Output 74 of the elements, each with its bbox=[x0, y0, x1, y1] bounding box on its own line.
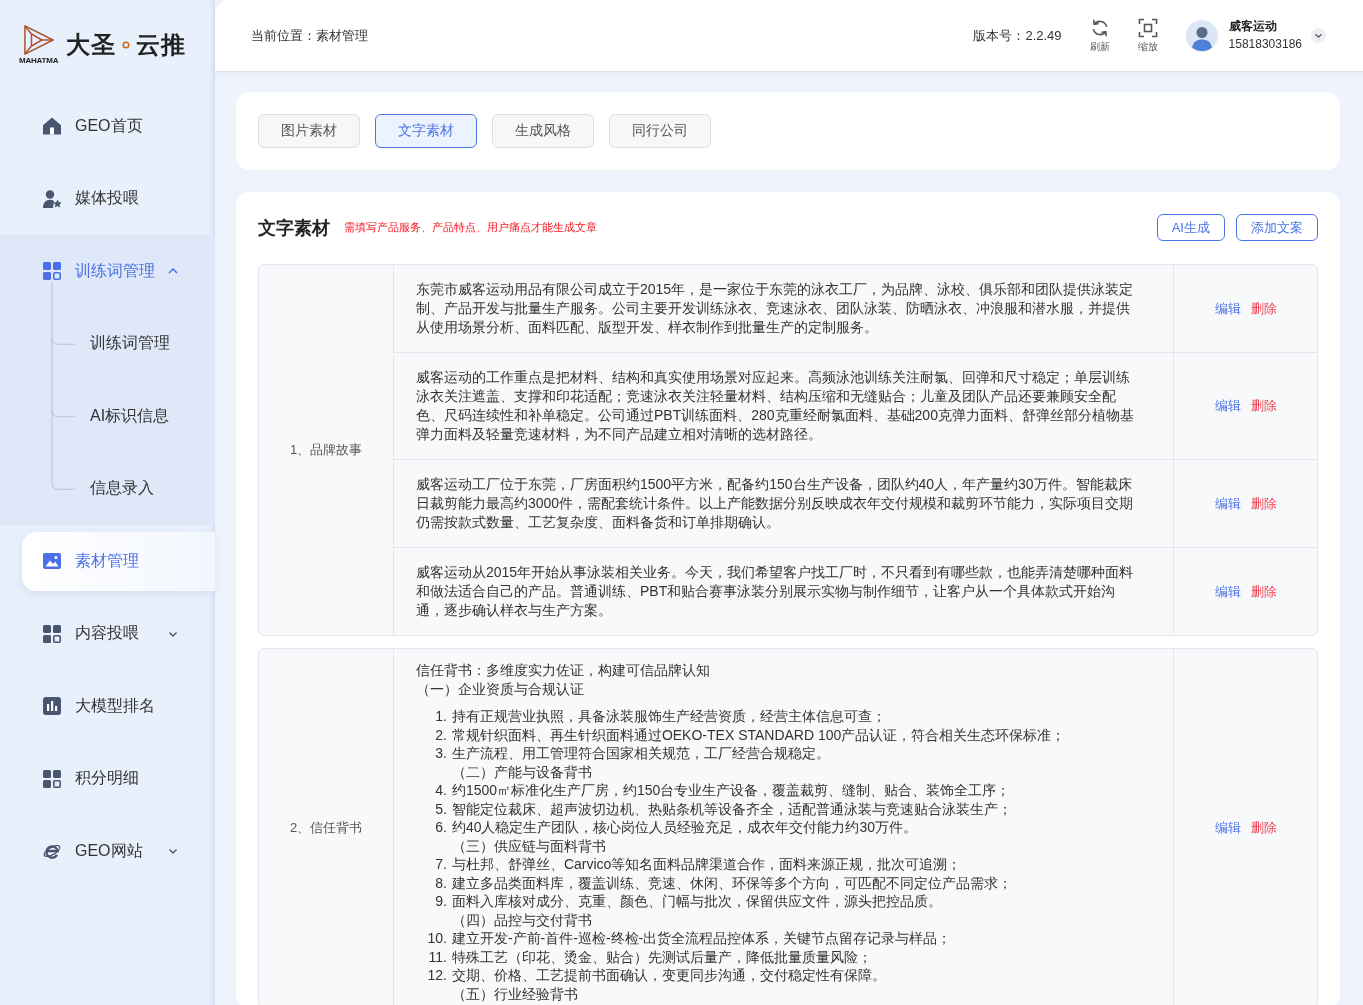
list-subheading: （五）行业经验背书 bbox=[451, 984, 579, 1003]
tab[interactable]: 图片素材 bbox=[258, 114, 360, 148]
refresh-button[interactable]: 刷新 bbox=[1079, 18, 1120, 53]
grid-icon bbox=[42, 261, 62, 282]
user-star-icon bbox=[42, 188, 62, 209]
logo-wordmark: MAHATMA bbox=[19, 55, 59, 66]
list-item: 10. 建立开发-产前-首件-巡检-终检-出货全流程品控体系，关键节点留存记录与样品； bbox=[426, 929, 953, 948]
picture-icon bbox=[42, 551, 62, 572]
user-name: 威客运动 bbox=[1228, 19, 1278, 34]
list-item: 11. 特殊工艺（印花、烫金、贴合）先测试后量产，降低批量质量风险； bbox=[427, 947, 873, 966]
submenu-item[interactable]: 训练词管理 bbox=[90, 307, 170, 380]
list-item: 12. 交期、价格、工艺提前书面确认，变更同步沟通，交付稳定性有保障。 bbox=[426, 966, 887, 985]
list-item: 4. 约1500㎡标准化生产厂房，约150台专业生产设备，覆盖裁剪、缝制、贴合、装饰全工序； bbox=[434, 781, 1012, 800]
list-item: 2. 常规针织面料、再生针织面料通过OEKO-TEX STANDARD 100产品认证，符合相关生态环保标准； bbox=[434, 725, 1067, 744]
list-item: 1. 持有正规营业执照，具备泳装服饰生产经营资质，经营主体信息可查； bbox=[434, 707, 887, 726]
section-title: 文字素材 bbox=[258, 216, 330, 240]
bar-chart-icon bbox=[42, 696, 62, 717]
list-subheading: （三）供应链与面料背书 bbox=[451, 836, 607, 855]
menu-item[interactable]: 素材管理 bbox=[22, 532, 215, 591]
generate-button[interactable]: AI生成 bbox=[1156, 214, 1225, 241]
material-text: 信任背书：多维度实力佐证，构建可信品牌认知 bbox=[416, 661, 711, 680]
grid-icon bbox=[42, 768, 62, 789]
menu-item[interactable]: 内容投喂 bbox=[0, 597, 215, 670]
material-text: （一）企业资质与合规认证 bbox=[416, 680, 585, 699]
tab[interactable]: 文字素材 bbox=[375, 114, 477, 148]
triangle-logo-icon bbox=[21, 24, 56, 55]
hint-text: 需填写产品服务、产品特点、用户痛点才能生成文章 bbox=[344, 220, 597, 235]
breadcrumb: 当前位置：素材管理 bbox=[251, 26, 368, 45]
version-label: 版本号：2.2.49 bbox=[973, 26, 1062, 45]
menu-item[interactable]: GEO网站 bbox=[0, 815, 215, 888]
list-item: 7. 与杜邦、舒弹丝、Carvico等知名面料品牌渠道合作，面料来源正规，批次可追溯； bbox=[434, 855, 963, 874]
material-text: 威客运动的工作重点是把材料、结构和真实使用场景对应起来。高频泳池训练关注耐氯、回弹和尺寸稳定；单层训练泳衣关注遮盖、支撑和印花适配；竞速泳衣关注轻量材料、结构压缩和无缝贴合；儿童及团队产品还要兼顾安全配色、尺码连续性和补单稳定。公司通过PBT训练面料、280克重经耐氯面料、基础200克弹力面料、舒弹丝部分植物基弹力面料及轻量竞速材料，为不同产品建立相对清晰的选材路径。 bbox=[416, 368, 1135, 444]
edit-link[interactable]: 编辑 bbox=[1214, 819, 1241, 837]
material-text: 威客运动工厂位于东莞，厂房面积约1500平方米，配备约150台生产设备，团队约40人，年产量约30万件。智能裁床日裁剪能力最高约3000件，需配套统计条件。以上产能数据分别反映成衣年交付规模和裁剪环节能力，实际项目交期仍需按款式数量、工艺复杂度、面料备货和订单排期确认。 bbox=[416, 475, 1135, 532]
list-item: 9. 面料入库核对成分、克重、颜色、门幅与批次，保留供应文件，源头把控品质。 bbox=[434, 892, 943, 911]
delete-link[interactable]: 删除 bbox=[1250, 819, 1277, 837]
group-label: 2、信任背书 bbox=[289, 819, 363, 837]
list-item: 5. 智能定位裁床、超声波切边机、热贴条机等设备齐全，适配普通泳装与竞速贴合泳装生产； bbox=[434, 799, 1013, 818]
user-phone: 15818303186 bbox=[1228, 37, 1302, 52]
delete-link[interactable]: 删除 bbox=[1250, 582, 1277, 601]
house-icon bbox=[42, 116, 62, 137]
brand-name: 大圣 bbox=[66, 30, 117, 60]
delete-link[interactable]: 删除 bbox=[1250, 299, 1277, 318]
brand-name: 云推 bbox=[136, 30, 187, 60]
tab[interactable]: 生成风格 bbox=[492, 114, 594, 148]
delete-link[interactable]: 删除 bbox=[1250, 397, 1277, 415]
fullscreen-icon[interactable] bbox=[1137, 18, 1158, 38]
menu-item[interactable]: GEO首页 bbox=[0, 90, 215, 163]
grid-icon bbox=[42, 623, 62, 644]
edit-link[interactable]: 编辑 bbox=[1214, 582, 1241, 601]
list-subheading: （二）产能与设备背书 bbox=[451, 762, 593, 781]
ring-icon bbox=[122, 41, 131, 49]
material-text: 东莞市威客运动用品有限公司成立于2015年，是一家位于东莞的泳衣工厂，为品牌、泳校、俱乐部和团队提供泳装定制、产品开发与批量生产服务。公司主要开发训练泳衣、竞速泳衣、团队泳装、防晒泳衣、冲浪服和潜水服，并提供从使用场景分析、面料匹配、版型开发、样衣制作到批量生产的定制服务。 bbox=[416, 280, 1135, 337]
avatar-icon bbox=[1185, 19, 1218, 52]
menu-item[interactable]: 训练词管理 bbox=[0, 235, 215, 308]
submenu-item[interactable]: 信息录入 bbox=[90, 452, 170, 525]
delete-link[interactable]: 删除 bbox=[1250, 494, 1277, 513]
edit-link[interactable]: 编辑 bbox=[1214, 494, 1241, 513]
menu-item[interactable]: 媒体投喂 bbox=[0, 162, 215, 235]
edit-link[interactable]: 编辑 bbox=[1214, 299, 1241, 318]
menu-item[interactable]: 大模型排名 bbox=[0, 670, 215, 743]
add-button[interactable]: 添加文案 bbox=[1236, 214, 1318, 241]
edit-link[interactable]: 编辑 bbox=[1214, 397, 1241, 415]
group-label: 1、品牌故事 bbox=[289, 441, 363, 459]
tab[interactable]: 同行公司 bbox=[609, 114, 711, 148]
list-item: 8. 建立多品类面料库，覆盖训练、竞速、休闲、环保等多个方向，可匹配不同定位产品需求； bbox=[434, 873, 1013, 892]
menu-item[interactable]: 积分明细 bbox=[0, 742, 215, 815]
list-subheading: （四）品控与交付背书 bbox=[451, 910, 593, 929]
list-item: 6. 约40人稳定生产团队，核心岗位人员经验充足，成衣年交付能力约30万件。 bbox=[434, 818, 919, 837]
list-item: 3. 生产流程、用工管理符合国家相关规范，工厂经营合规稳定。 bbox=[434, 744, 831, 763]
submenu-item[interactable]: AI标识信息 bbox=[90, 380, 170, 453]
material-text: 威客运动从2015年开始从事泳装相关业务。今天，我们希望客户找工厂时，不只看到有哪些款，也能弄清楚哪种面料和做法适合自己的产品。普通训练、PBT和贴合赛事泳装分别展示实物与制作细节，让客户从一个具体款式开始沟通，逐步确认样衣与生产方案。 bbox=[416, 563, 1135, 620]
zoom-button[interactable]: 缩放 bbox=[1127, 18, 1168, 53]
chevron-down-icon[interactable] bbox=[1311, 28, 1326, 43]
